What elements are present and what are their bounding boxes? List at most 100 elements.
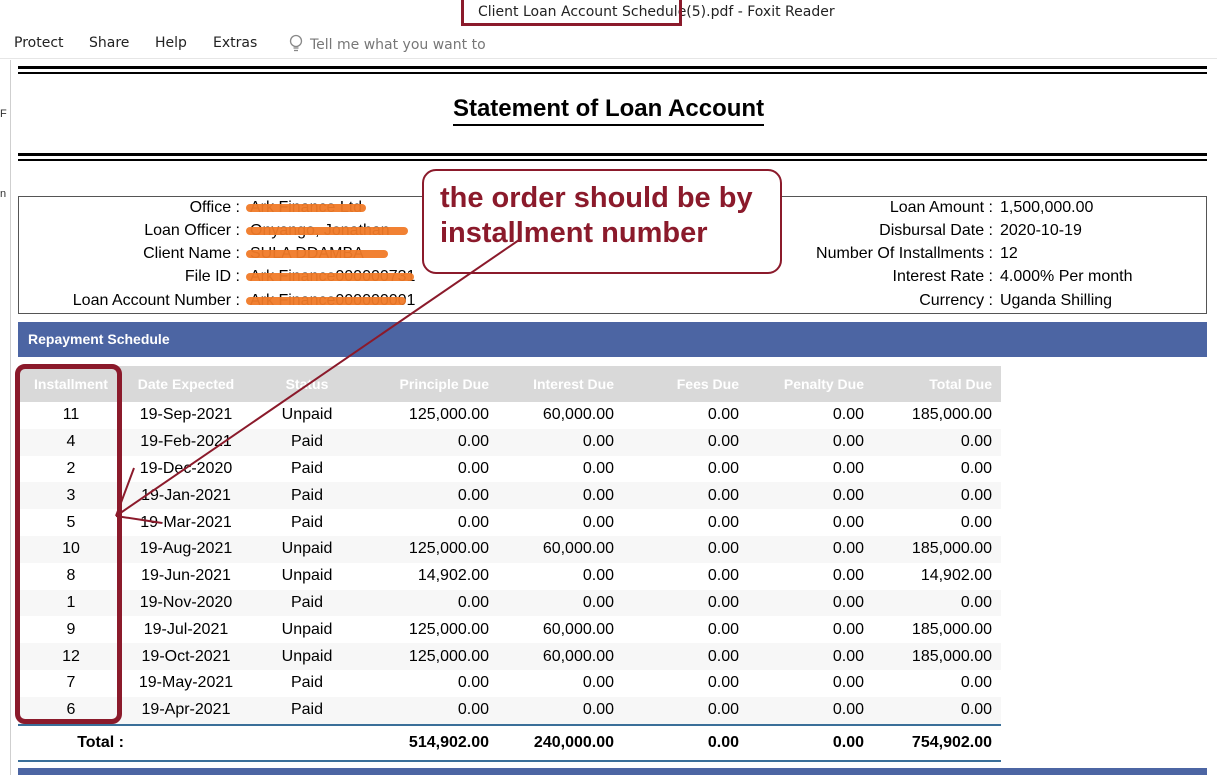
- table-row: 3 19-Jan-2021 Paid 0.00 0.00 0.00 0.00 0.00: [18, 482, 1001, 510]
- repayment-schedule-header: Repayment Schedule: [18, 322, 1207, 357]
- table-row: 1 19-Nov-2020 Paid 0.00 0.00 0.00 0.00 0.00: [18, 589, 1001, 617]
- cell-interest-due: 0.00: [498, 589, 623, 617]
- navigation-pane-edge[interactable]: F n: [0, 60, 11, 775]
- cell-status: Unpaid: [281, 406, 333, 424]
- menu-share[interactable]: Share: [89, 35, 129, 51]
- cell-total-due: 14,902.00: [920, 567, 992, 585]
- cell-fees-due: 0.00: [623, 696, 748, 725]
- table-row: 2 19-Dec-2020 Paid 0.00 0.00 0.00 0.00 0.00: [18, 456, 1001, 483]
- col-header-status[interactable]: Status: [248, 366, 366, 402]
- info-value-interest-rate: 4.000% Per month: [1000, 268, 1133, 285]
- cell-penalty-due: 0.00: [832, 567, 864, 585]
- cell-total-due: 185,000.00: [873, 535, 1001, 563]
- cell-total-due: 0.00: [960, 513, 992, 531]
- redaction-mark: [246, 250, 388, 258]
- cell-principle-due: 125,000.00: [366, 535, 498, 563]
- cell-principle-due: 0.00: [366, 428, 498, 456]
- total-empty-cell: [124, 723, 248, 762]
- info-label-number-of-installments: Number Of Installments :: [816, 245, 993, 262]
- col-header-date-expected[interactable]: Date Expected: [124, 366, 248, 402]
- cell-interest-due: 0.00: [582, 513, 614, 531]
- cell-interest-due: 60,000.00: [498, 643, 623, 670]
- table-header-row: Installment Date Expected Status Princip…: [18, 366, 1001, 402]
- cell-fees-due: 0.00: [707, 459, 739, 477]
- cell-penalty-due: 0.00: [832, 620, 864, 638]
- cell-status: Paid: [290, 459, 324, 477]
- document-title: Statement of Loan Account: [0, 95, 1217, 126]
- info-value-loan-amount: 1,500,000.00: [1000, 199, 1094, 216]
- total-penalty: 0.00: [748, 723, 873, 762]
- cell-date-expected: 19-Apr-2021: [124, 696, 248, 725]
- cell-principle-due: 14,902.00: [417, 567, 489, 585]
- cell-principle-due: 125,000.00: [366, 643, 498, 670]
- info-label-disbursal-date: Disbursal Date :: [879, 222, 993, 239]
- table-row: 8 19-Jun-2021 Unpaid 14,902.00 0.00 0.00 0.00 1…: [18, 563, 1001, 590]
- cell-fees-due: 0.00: [707, 406, 739, 424]
- cell-date-expected: 19-Jun-2021: [141, 567, 231, 585]
- cell-fees-due: 0.00: [707, 513, 739, 531]
- cell-principle-due: 0.00: [366, 696, 498, 725]
- total-principle: 514,902.00: [366, 723, 498, 762]
- menu-protect[interactable]: Protect: [14, 35, 64, 51]
- redaction-mark: [246, 204, 366, 212]
- cell-status: Paid: [248, 589, 366, 617]
- table-row: 4 19-Feb-2021 Paid 0.00 0.00 0.00 0.00 0.00: [18, 428, 1001, 456]
- info-value-number-of-installments: 12: [1000, 245, 1018, 262]
- cell-principle-due: 0.00: [457, 674, 489, 692]
- bottom-section-bar: [18, 768, 1207, 775]
- cell-principle-due: 0.00: [457, 513, 489, 531]
- cell-date-expected: 19-Feb-2021: [124, 428, 248, 456]
- cell-status: Paid: [248, 482, 366, 510]
- total-interest: 240,000.00: [498, 723, 623, 762]
- total-empty-cell: [248, 723, 366, 762]
- col-header-principle-due[interactable]: Principle Due: [366, 366, 498, 402]
- cell-penalty-due: 0.00: [832, 406, 864, 424]
- table-body: 11 19-Sep-2021 Unpaid 125,000.00 60,000.00 0.…: [18, 402, 1001, 725]
- cell-interest-due: 60,000.00: [542, 620, 614, 638]
- cell-principle-due: 0.00: [366, 482, 498, 510]
- title-rule: [18, 153, 1207, 156]
- cell-total-due: 185,000.00: [911, 620, 992, 638]
- info-value-currency: Uganda Shilling: [1000, 292, 1113, 309]
- annotation-text: the order should be by installment numbe…: [440, 182, 753, 249]
- redaction-mark: [246, 227, 408, 235]
- installment-column-highlight: [15, 364, 122, 724]
- cell-interest-due: 0.00: [498, 428, 623, 456]
- cell-interest-due: 0.00: [582, 459, 614, 477]
- info-label-client-name: Client Name :: [143, 245, 240, 262]
- col-header-total-due[interactable]: Total Due: [873, 366, 1001, 402]
- cell-principle-due: 125,000.00: [408, 620, 489, 638]
- menu-help[interactable]: Help: [155, 35, 187, 51]
- cell-penalty-due: 0.00: [748, 535, 873, 563]
- tell-me-search[interactable]: Tell me what you want to: [288, 34, 486, 53]
- cell-interest-due: 0.00: [582, 567, 614, 585]
- menu-extras[interactable]: Extras: [213, 35, 257, 51]
- repayment-schedule-table: Installment Date Expected Status Princip…: [18, 366, 1001, 762]
- section-title: Repayment Schedule: [28, 331, 170, 347]
- cell-penalty-due: 0.00: [748, 428, 873, 456]
- cell-penalty-due: 0.00: [832, 459, 864, 477]
- cell-total-due: 0.00: [873, 589, 1001, 617]
- cell-date-expected: 19-Jul-2021: [143, 620, 229, 638]
- col-header-fees-due[interactable]: Fees Due: [623, 366, 748, 402]
- cell-date-expected: 19-Sep-2021: [139, 406, 233, 424]
- cell-status: Unpaid: [248, 643, 366, 670]
- cell-penalty-due: 0.00: [748, 482, 873, 510]
- col-header-interest-due[interactable]: Interest Due: [498, 366, 623, 402]
- total-fees: 0.00: [623, 723, 748, 762]
- cell-status: Paid: [290, 513, 324, 531]
- info-label-interest-rate: Interest Rate :: [892, 268, 994, 285]
- cell-fees-due: 0.00: [707, 674, 739, 692]
- total-label: Total :: [18, 723, 124, 762]
- col-header-penalty-due[interactable]: Penalty Due: [748, 366, 873, 402]
- cell-date-expected: 19-Aug-2021: [124, 535, 248, 563]
- cell-total-due: 0.00: [873, 428, 1001, 456]
- cell-fees-due: 0.00: [707, 567, 739, 585]
- cell-date-expected: 19-Nov-2020: [124, 589, 248, 617]
- cell-date-expected: 19-Oct-2021: [124, 643, 248, 670]
- cell-total-due: 0.00: [960, 674, 992, 692]
- redaction-mark: [246, 273, 414, 281]
- table-row: 5 19-Mar-2021 Paid 0.00 0.00 0.00 0.00 0.00: [18, 509, 1001, 536]
- info-label-loan-amount: Loan Amount :: [889, 199, 993, 216]
- cell-total-due: 185,000.00: [873, 643, 1001, 670]
